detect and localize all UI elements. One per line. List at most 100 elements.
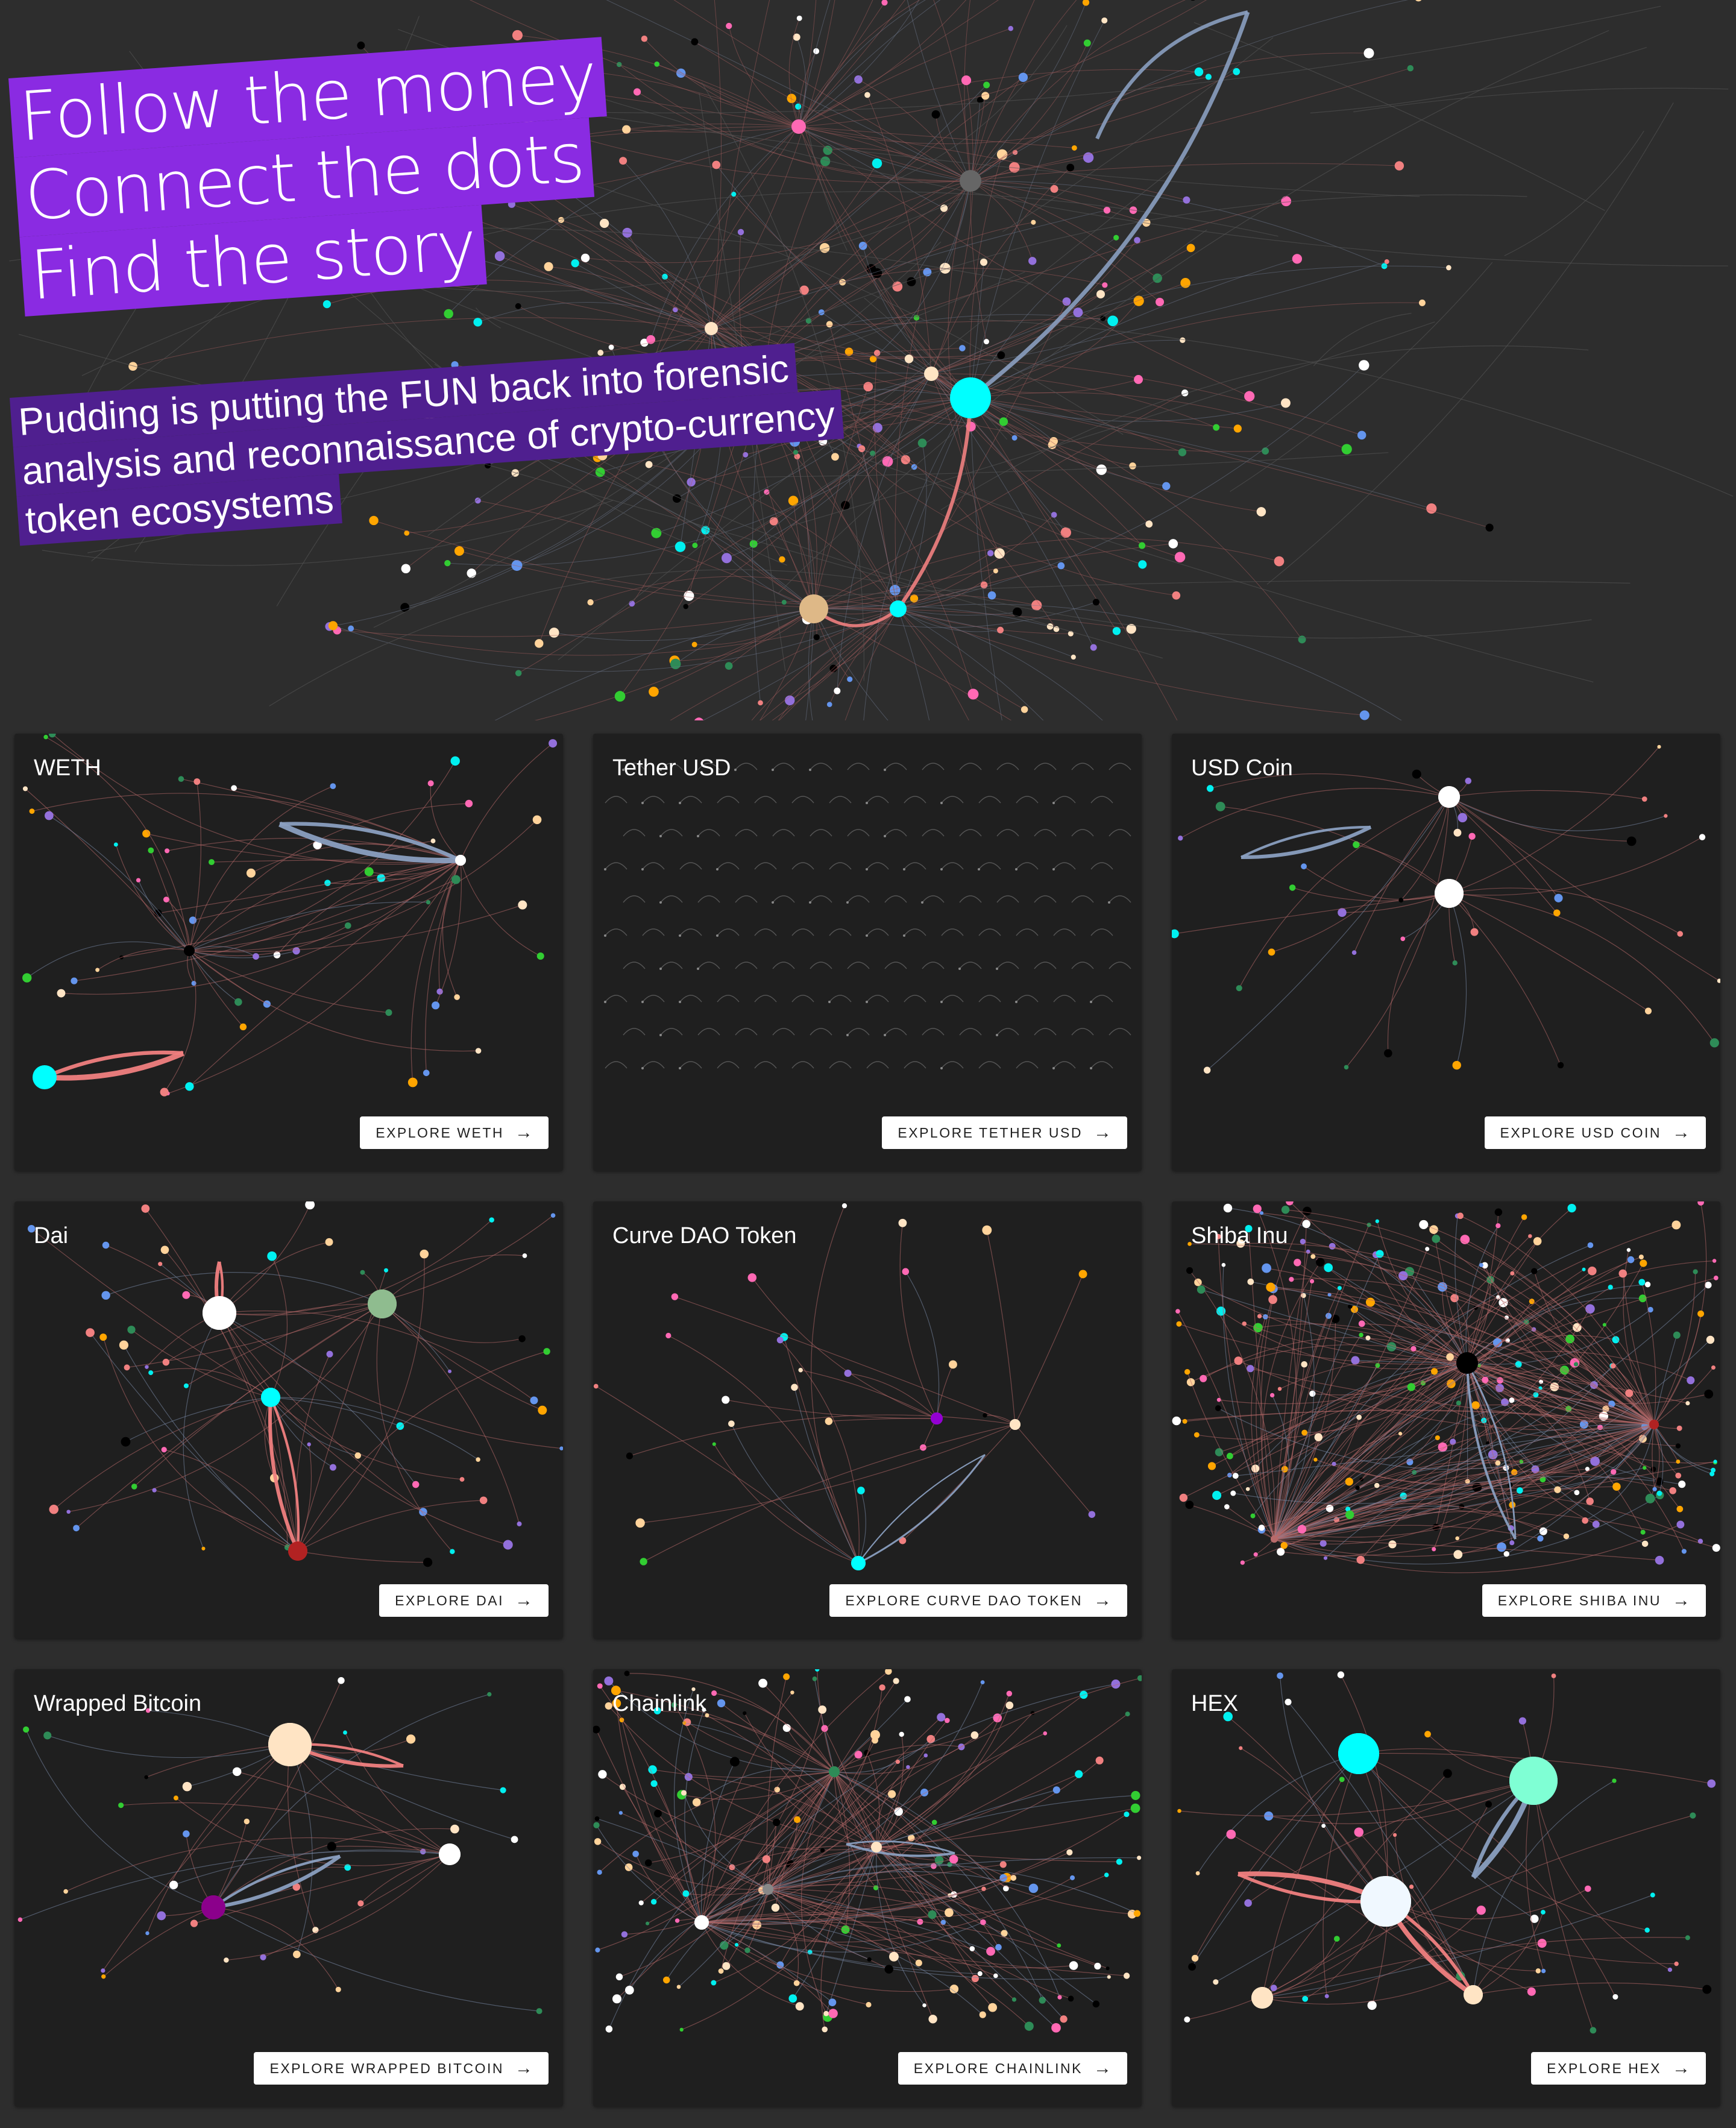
node [1088,1511,1096,1518]
edge [297,1500,484,1552]
node [716,868,719,870]
node [828,1998,837,2007]
edge [189,879,456,951]
node [890,600,907,617]
edge [810,962,832,969]
node [594,1838,602,1845]
node [854,75,863,84]
node [1638,1279,1646,1286]
node [407,1077,418,1088]
node [915,1959,922,1966]
edge [876,1807,1136,1848]
explore-shiba-inu-button[interactable]: EXPLORE SHIBA INU → [1482,1584,1706,1617]
node [593,1822,600,1828]
edge [772,763,795,770]
node [671,1293,679,1300]
token-card-weth: WETH EXPLORE WETH → [14,734,563,1171]
edge [219,1312,417,1485]
edge [1353,87,1729,113]
node [967,688,979,700]
node [473,318,482,327]
node [881,0,888,6]
node [917,438,927,448]
node [791,1384,798,1391]
node [401,564,411,573]
node [63,1889,68,1894]
node [785,695,795,706]
node [1205,74,1212,80]
node [1470,928,1479,936]
node [467,568,476,578]
node [1537,1535,1544,1542]
node [1541,1968,1546,1974]
explore-chainlink-button[interactable]: EXPLORE CHAINLINK → [898,2052,1127,2085]
explore-weth-button[interactable]: EXPLORE WETH → [360,1116,549,1149]
node [1625,1389,1634,1397]
node [307,1442,311,1447]
node [184,945,195,956]
node [857,1487,865,1494]
card-title: HEX [1191,1691,1239,1716]
explore-hex-button[interactable]: EXPLORE HEX → [1531,2052,1706,2085]
node [762,1855,771,1863]
node [997,351,1005,359]
node [675,1918,680,1923]
edge [922,895,945,903]
node [593,1725,600,1734]
node [1107,1975,1111,1979]
edge [898,603,1402,720]
node [1236,985,1242,992]
node [383,1268,389,1273]
node [338,1677,345,1684]
edge [219,1220,492,1315]
explore-usd-coin-button[interactable]: EXPLORE USD COIN → [1484,1116,1706,1149]
explore-dai-button[interactable]: EXPLORE DAI → [379,1584,549,1617]
node [788,1994,797,2003]
explore-wrapped-bitcoin-button[interactable]: EXPLORE WRAPPED BITCOIN → [254,2052,549,2085]
edge [701,1919,983,2015]
card-title: USD Coin [1191,755,1293,781]
node [1256,507,1266,517]
edge [1467,1207,1572,1364]
node [888,1951,899,1962]
edge [1197,1753,1359,1874]
node [559,1446,563,1450]
node [1137,1675,1142,1681]
node [1230,1490,1236,1496]
node [608,344,614,350]
node [1367,2000,1377,2010]
edge [623,895,646,903]
edge [1303,866,1450,900]
node [427,780,434,787]
node [121,1437,131,1447]
node [1071,145,1077,151]
node [451,875,461,884]
node [239,1023,247,1031]
node [996,968,998,970]
edge [675,1296,1016,1425]
node [1376,1250,1384,1258]
node [101,1968,105,1973]
card-title: Chainlink [612,1691,707,1716]
node [1194,1432,1200,1438]
node [1510,1271,1515,1276]
edge [1448,837,1703,896]
node [1300,1238,1306,1245]
node [475,1048,482,1054]
arrow-right-icon: → [1093,2058,1112,2078]
edge [1448,893,1649,1012]
node [662,1976,670,1984]
explore-tether-usd-button[interactable]: EXPLORE TETHER USD → [882,1116,1127,1149]
node [641,36,648,42]
edge [697,895,720,903]
button-label: EXPLORE SHIBA INU [1497,1592,1661,1608]
node [983,339,989,345]
node [141,1204,150,1213]
edge [765,161,826,362]
node [983,81,990,89]
node [550,1213,556,1218]
explore-curve-dao-token-button[interactable]: EXPLORE CURVE DAO TOKEN → [829,1584,1127,1617]
node [1123,1972,1130,1979]
node [23,1726,30,1733]
edge [810,1846,877,1953]
